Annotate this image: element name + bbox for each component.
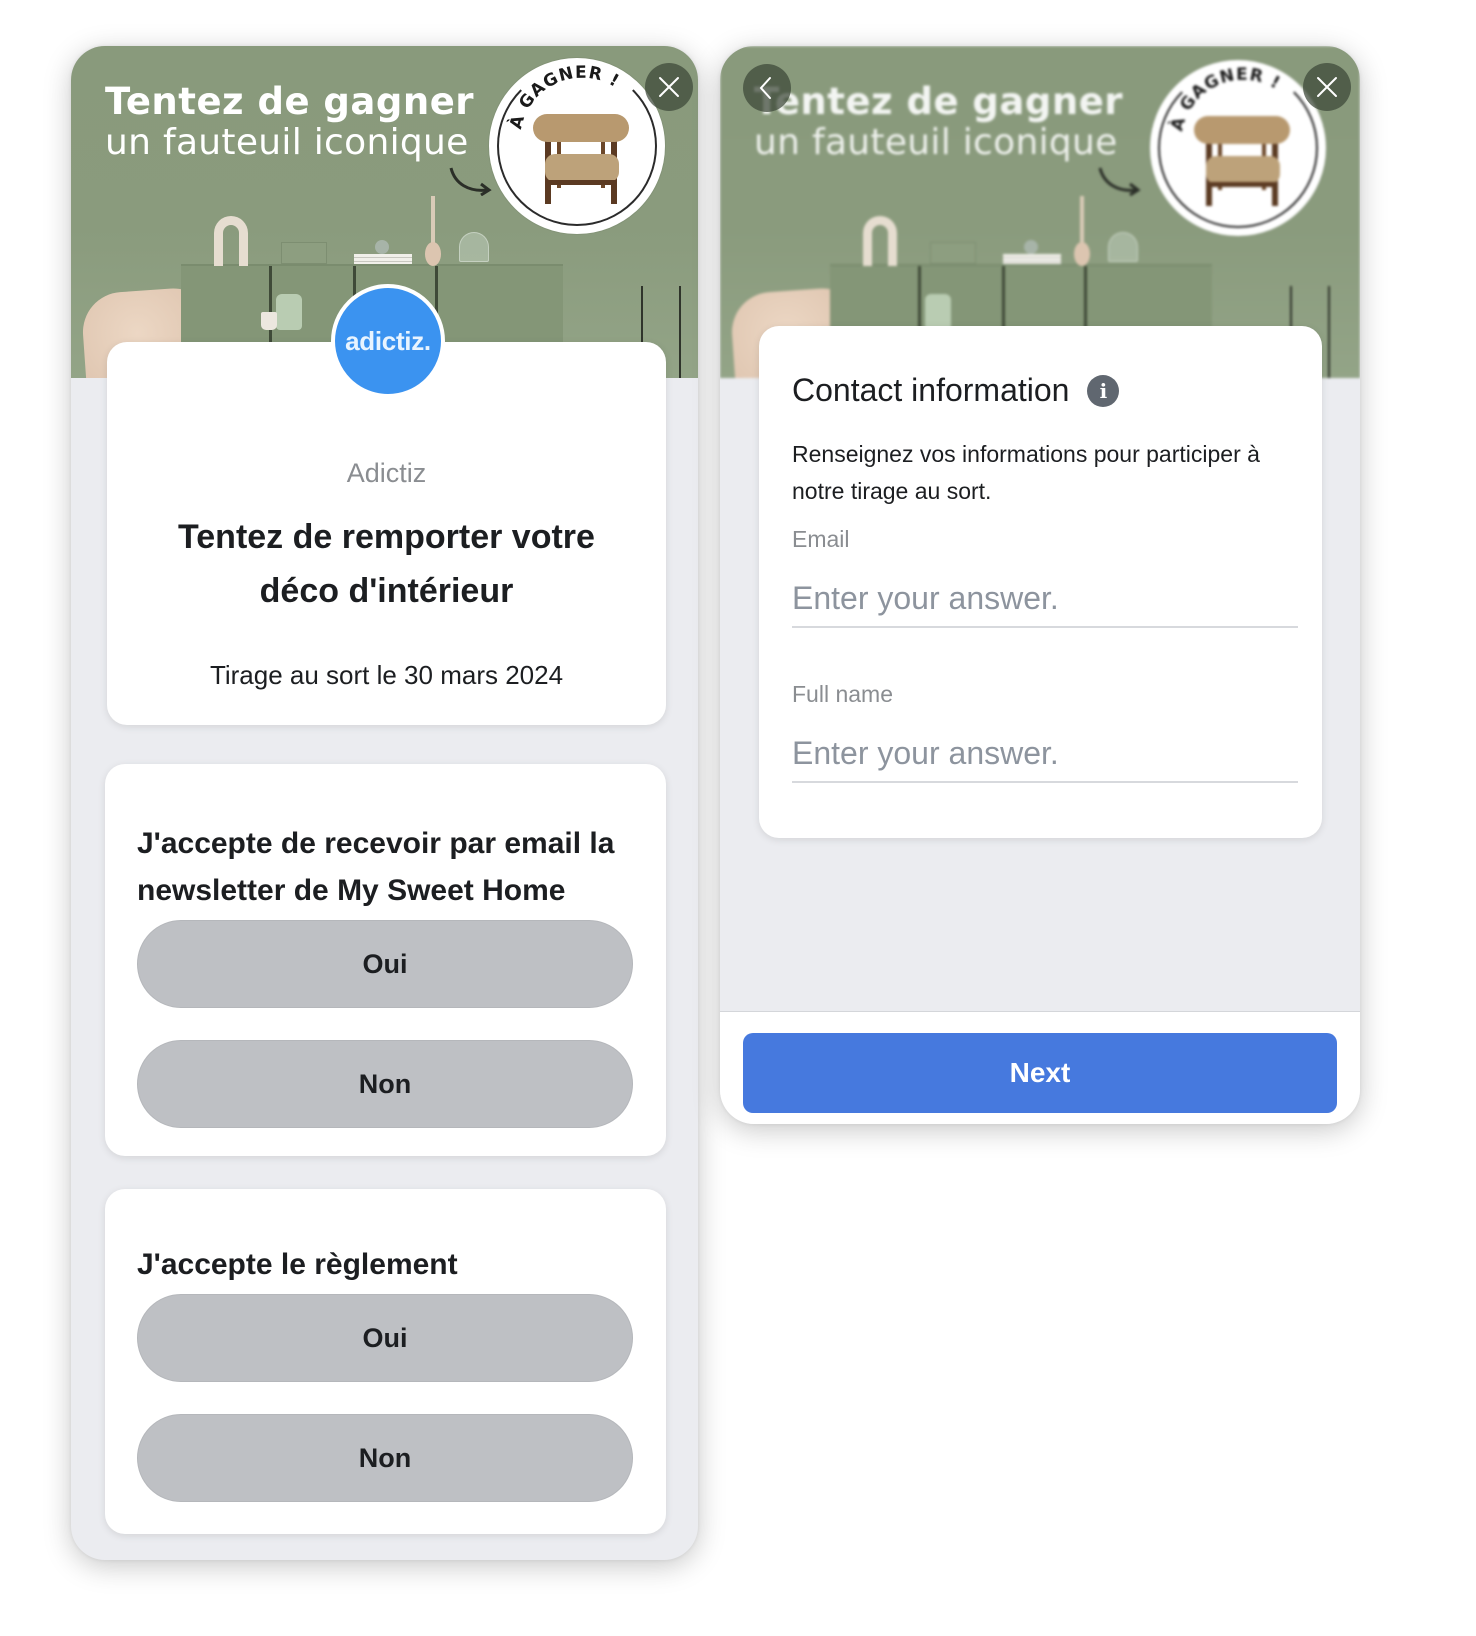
books-decor bbox=[354, 254, 412, 264]
candle-holder-decor bbox=[425, 242, 441, 266]
box-decor bbox=[281, 242, 327, 264]
newsletter-question-card: J'accepte de recevoir par email la newsl… bbox=[105, 764, 666, 1156]
rules-question-card: J'accepte le règlement Oui Non bbox=[105, 1189, 666, 1534]
rules-yes-button[interactable]: Oui bbox=[137, 1294, 633, 1382]
info-icon[interactable]: i bbox=[1087, 374, 1120, 407]
close-icon bbox=[659, 77, 679, 97]
ball-decor bbox=[1024, 240, 1038, 254]
books-decor bbox=[1003, 254, 1061, 264]
hero-headline: Tentez de gagner bbox=[754, 80, 1124, 123]
armchair-prize-image bbox=[1194, 116, 1290, 206]
contact-form-panel: Tentez de gagner un fauteuil iconique À … bbox=[720, 46, 1360, 1124]
box-decor bbox=[930, 242, 976, 264]
hero-subheadline: un fauteuil iconique bbox=[105, 122, 469, 163]
ball-decor bbox=[375, 240, 389, 254]
close-button[interactable] bbox=[645, 63, 693, 111]
close-icon bbox=[1317, 77, 1337, 97]
intro-form-panel: Tentez de gagner un fauteuil iconique À … bbox=[71, 46, 698, 1560]
prize-badge: À GAGNER ! bbox=[489, 58, 665, 234]
draw-date: Tirage au sort le 30 mars 2024 bbox=[209, 660, 564, 690]
contact-title: Contact information i bbox=[792, 372, 1120, 409]
organizer-logo-text: adictiz. bbox=[345, 325, 431, 356]
rules-no-button[interactable]: Non bbox=[137, 1414, 633, 1502]
vase-decor bbox=[214, 216, 248, 266]
next-button[interactable]: Next bbox=[743, 1033, 1337, 1113]
hero-subheadline: un fauteuil iconique bbox=[754, 122, 1118, 163]
full-name-label: Full name bbox=[792, 681, 893, 707]
kettle-decor bbox=[925, 294, 951, 330]
prize-badge: À GAGNER ! bbox=[1150, 60, 1326, 236]
organizer-logo: adictiz. bbox=[331, 284, 445, 398]
dome-decor bbox=[1108, 232, 1138, 262]
curved-arrow-icon bbox=[1098, 167, 1141, 196]
form-footer: Next bbox=[720, 1011, 1360, 1124]
contact-title-text: Contact information bbox=[792, 372, 1070, 408]
intro-card: Adictiz Tentez de remporter votre déco d… bbox=[107, 342, 666, 725]
vase-decor bbox=[863, 216, 897, 266]
organizer-name: Adictiz bbox=[346, 458, 427, 488]
full-name-field[interactable] bbox=[792, 725, 1298, 783]
close-button[interactable] bbox=[1303, 63, 1351, 111]
cup-decor bbox=[261, 312, 277, 330]
email-field[interactable] bbox=[792, 570, 1298, 628]
newsletter-no-button[interactable]: Non bbox=[137, 1040, 633, 1128]
email-label: Email bbox=[792, 526, 850, 552]
armchair-prize-image bbox=[533, 114, 629, 204]
intro-title: Tentez de remporter votre déco d'intérie… bbox=[178, 518, 595, 610]
hero-headline: Tentez de gagner bbox=[105, 80, 475, 123]
contact-information-card: Contact information i Renseignez vos inf… bbox=[759, 326, 1322, 838]
newsletter-yes-button[interactable]: Oui bbox=[137, 920, 633, 1008]
candle-holder-decor bbox=[1074, 242, 1090, 266]
dome-decor bbox=[459, 232, 489, 262]
question-title: J'accepte le règlement bbox=[137, 1248, 458, 1281]
chevron-left-icon bbox=[759, 77, 771, 99]
question-title: J'accepte de recevoir par email la newsl… bbox=[137, 827, 615, 907]
contact-description: Renseignez vos informations pour partici… bbox=[792, 441, 1260, 504]
kettle-decor bbox=[276, 294, 302, 330]
back-button[interactable] bbox=[743, 64, 791, 112]
curved-arrow-icon bbox=[449, 167, 492, 196]
